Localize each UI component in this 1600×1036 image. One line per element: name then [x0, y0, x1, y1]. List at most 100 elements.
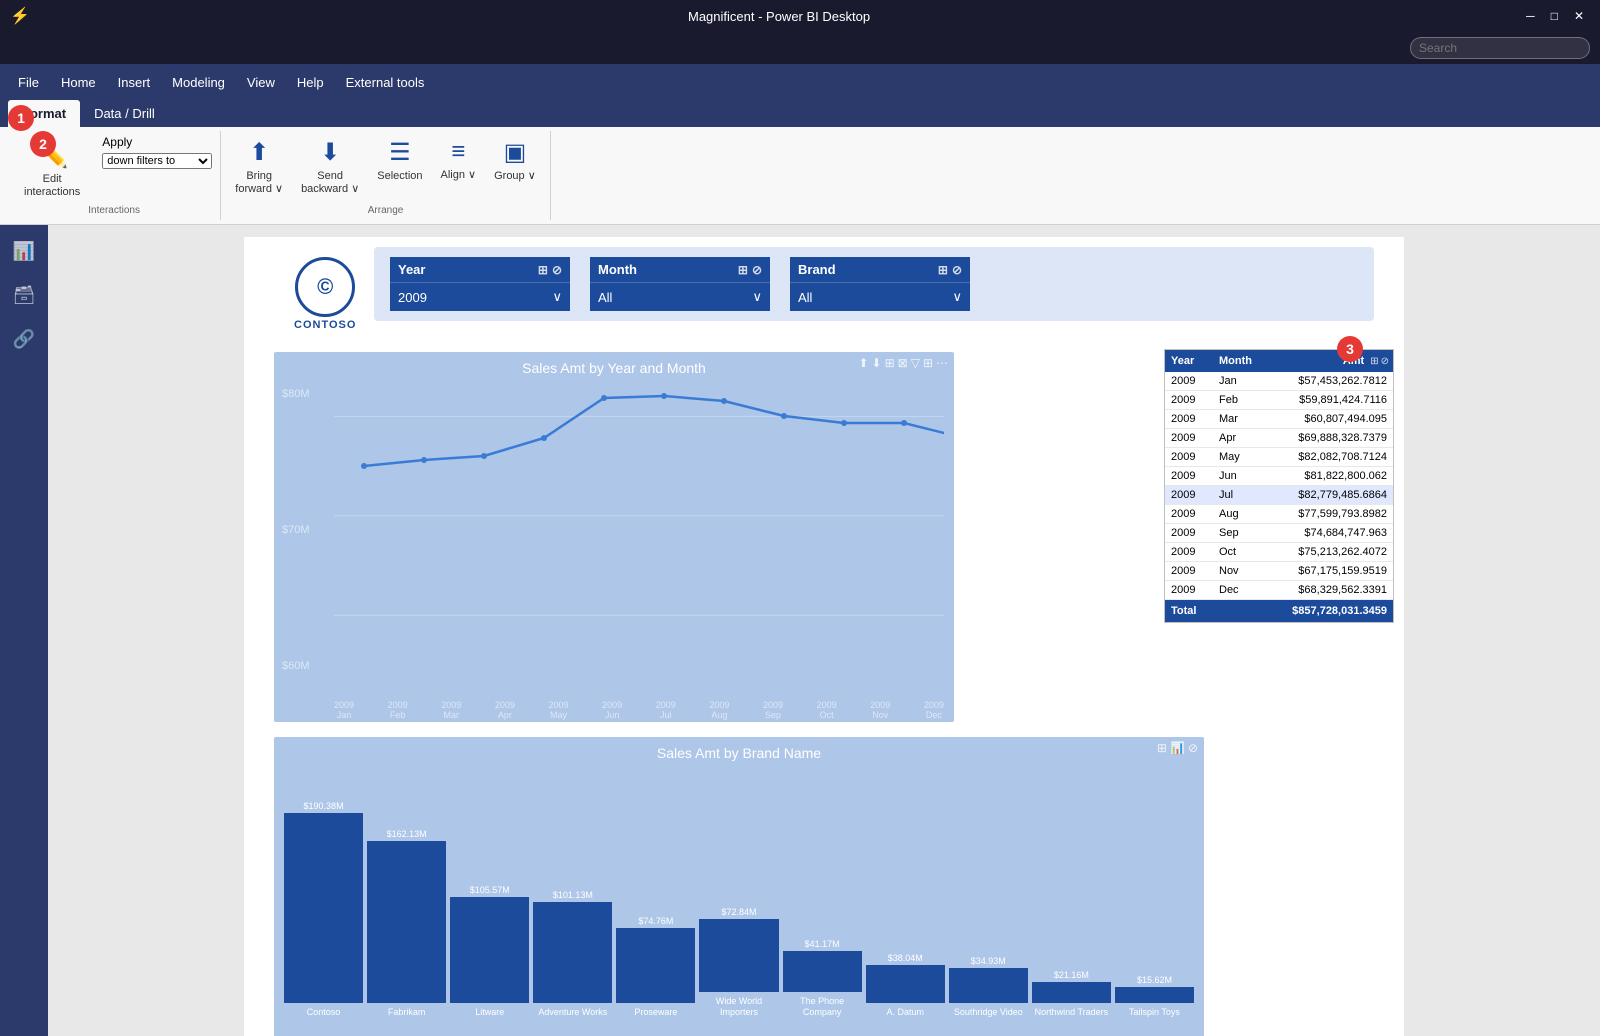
bar-rect-southridge: [949, 968, 1028, 1003]
brand-slicer-icons: ⊞ ⊘: [938, 263, 962, 277]
year-slicer-dropdown[interactable]: 2009 ∨: [390, 282, 570, 311]
sidebar-model-icon[interactable]: 🔗: [6, 321, 42, 357]
bar-tailspin: $15.62M Tailspin Toys: [1115, 975, 1194, 1018]
chart-icon-1[interactable]: ⬆: [858, 356, 868, 370]
brand-slicer-arrow: ∨: [952, 289, 962, 305]
menu-file[interactable]: File: [8, 71, 49, 94]
table-icon2[interactable]: ⊘: [1381, 356, 1389, 367]
apply-select[interactable]: down filters to: [102, 153, 212, 169]
brand-slicer-icon1[interactable]: ⊞: [938, 263, 948, 277]
bar-wwimporters: $72.84M Wide World Importers: [699, 907, 778, 1018]
align-icon: ≡: [451, 138, 465, 166]
sidebar-data-icon[interactable]: 🗃: [6, 277, 42, 313]
table-header-icons: ⊞ ⊘: [1370, 350, 1393, 372]
group-btn[interactable]: ▣ Group ∨: [488, 135, 542, 186]
ribbon-tabs: Format Data / Drill: [0, 100, 1600, 127]
cell-month-sep: Sep: [1213, 524, 1261, 542]
year-slicer-arrow: ∨: [552, 289, 562, 305]
bar-rect-proseware: [616, 928, 695, 1003]
ribbon: Format Data / Drill 1 2 ✏️ Editinteracti…: [0, 100, 1600, 225]
bar-contoso: $190.38M Contoso: [284, 801, 363, 1018]
bring-forward-btn[interactable]: ⬆ Bringforward ∨: [229, 135, 289, 199]
cell-amt-mar: $60,807,494.095: [1261, 410, 1393, 428]
month-slicer-header: Month ⊞ ⊘: [590, 257, 770, 282]
year-slicer-icon2[interactable]: ⊘: [552, 263, 562, 277]
cell-month-oct: Oct: [1213, 543, 1261, 561]
menu-help[interactable]: Help: [287, 71, 334, 94]
cell-year-jun: 2009: [1165, 467, 1213, 485]
bar-icon3[interactable]: ⊘: [1188, 741, 1198, 755]
cell-amt-jun: $81,822,800.062: [1261, 467, 1393, 485]
menu-bar: File Home Insert Modeling View Help Exte…: [0, 64, 1600, 100]
chart-icon-7[interactable]: ⋯: [936, 356, 948, 370]
align-btn[interactable]: ≡ Align ∨: [435, 135, 483, 185]
cell-year-sep: 2009: [1165, 524, 1213, 542]
bar-rect-adatum: [866, 965, 945, 1003]
chart-icon-6[interactable]: ⊞: [923, 356, 933, 370]
brand-slicer-icon2[interactable]: ⊘: [952, 263, 962, 277]
xaxis-jun: 2009Jun: [602, 700, 622, 720]
menu-external[interactable]: External tools: [336, 71, 435, 94]
month-slicer-dropdown[interactable]: All ∨: [590, 282, 770, 311]
search-input[interactable]: [1410, 37, 1590, 59]
search-bar: [0, 32, 1600, 64]
ribbon-group-arrange: ⬆ Bringforward ∨ ⬇ Sendbackward ∨ ☰ Sele…: [221, 131, 551, 220]
send-backward-btn[interactable]: ⬇ Sendbackward ∨: [295, 135, 365, 199]
year-slicer-icon1[interactable]: ⊞: [538, 263, 548, 277]
menu-home[interactable]: Home: [51, 71, 106, 94]
sidebar-report-icon[interactable]: 📊: [6, 233, 42, 269]
brand-slicer-value: All: [798, 290, 812, 305]
main-canvas: © CONTOSO Year ⊞ ⊘ 2009 ∨: [48, 225, 1600, 1036]
xaxis-jan: 2009Jan: [334, 700, 354, 720]
selection-btn[interactable]: ☰ Selection: [371, 135, 428, 186]
menu-insert[interactable]: Insert: [108, 71, 161, 94]
menu-view[interactable]: View: [237, 71, 285, 94]
chart-icon-5[interactable]: ▽: [911, 356, 920, 370]
minimize-btn[interactable]: ─: [1520, 7, 1541, 25]
table-icon1[interactable]: ⊞: [1370, 356, 1378, 367]
app-container: 📊 🗃 🔗 © CONTOSO Year ⊞ ⊘: [0, 225, 1600, 1036]
close-btn[interactable]: ✕: [1568, 7, 1590, 25]
table-row: 2009 Jun $81,822,800.062: [1165, 467, 1393, 486]
brand-slicer-dropdown[interactable]: All ∨: [790, 282, 970, 311]
cell-amt-nov: $67,175,159.9519: [1261, 562, 1393, 580]
year-slicer-title: Year: [398, 262, 425, 277]
chart-icon-3[interactable]: ⊞: [885, 356, 895, 370]
cell-year-nov: 2009: [1165, 562, 1213, 580]
table-row: 2009 Jul $82,779,485.6864: [1165, 486, 1393, 505]
maximize-btn[interactable]: □: [1545, 7, 1564, 25]
table-row: 2009 May $82,082,708.7124: [1165, 448, 1393, 467]
month-slicer-icon2[interactable]: ⊘: [752, 263, 762, 277]
logo-text: CONTOSO: [294, 319, 356, 331]
total-amt: $857,728,031.3459: [1261, 600, 1393, 622]
cell-amt-sep: $74,684,747.963: [1261, 524, 1393, 542]
chart-icon-4[interactable]: ⊠: [898, 356, 908, 370]
table-row: 2009 Feb $59,891,424.7116: [1165, 391, 1393, 410]
bar-icon2[interactable]: 📊: [1170, 741, 1185, 755]
bar-adventure: $101.13M Adventure Works: [533, 890, 612, 1018]
table-row: 2009 Mar $60,807,494.095: [1165, 410, 1393, 429]
bar-northwind: $21.16M Northwind Traders: [1032, 970, 1111, 1018]
send-backward-label: Sendbackward ∨: [301, 170, 359, 196]
selection-icon: ☰: [389, 138, 411, 167]
line-chart-svg: [334, 388, 944, 672]
arrange-items: ⬆ Bringforward ∨ ⬇ Sendbackward ∨ ☰ Sele…: [229, 135, 542, 203]
brand-slicer: Brand ⊞ ⊘ All ∨: [790, 257, 970, 311]
tab-data-drill[interactable]: Data / Drill: [80, 100, 169, 127]
col-month: Month: [1213, 350, 1261, 372]
brand-slicer-header: Brand ⊞ ⊘: [790, 257, 970, 282]
bar-rect-northwind: [1032, 982, 1111, 1003]
bar-icon1[interactable]: ⊞: [1157, 741, 1167, 755]
selection-label: Selection: [377, 170, 422, 183]
brand-slicer-title: Brand: [798, 262, 836, 277]
menu-modeling[interactable]: Modeling: [162, 71, 235, 94]
bar-rect-wwimporters: [699, 919, 778, 992]
logo-container: © CONTOSO: [294, 257, 356, 331]
bar-phonecompany: $41.17M The Phone Company: [783, 939, 862, 1018]
year-slicer-header: Year ⊞ ⊘: [390, 257, 570, 282]
group-label: Group ∨: [494, 170, 536, 183]
total-label: Total: [1165, 600, 1261, 622]
chart-icon-2[interactable]: ⬇: [872, 356, 882, 370]
month-slicer-icon1[interactable]: ⊞: [738, 263, 748, 277]
cell-amt-aug: $77,599,793.8982: [1261, 505, 1393, 523]
